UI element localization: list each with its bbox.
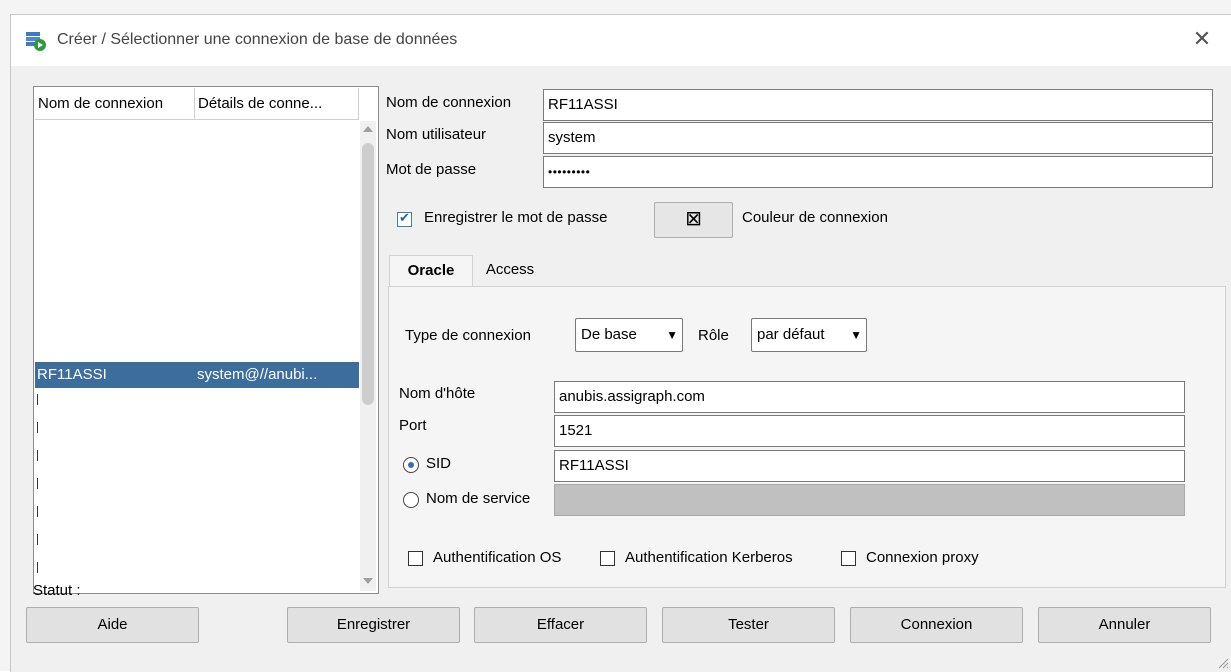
- row-divider: [37, 478, 38, 489]
- tab-access[interactable]: Access: [475, 255, 545, 287]
- port-label: Port: [399, 417, 427, 434]
- list-item-details: system@//anubi...: [197, 366, 318, 383]
- save-button[interactable]: Enregistrer: [287, 607, 460, 643]
- column-header-connection-name[interactable]: Nom de connexion: [35, 88, 195, 120]
- clear-button[interactable]: Effacer: [474, 607, 647, 643]
- proxy-connection-checkbox[interactable]: [841, 551, 856, 566]
- scrollbar-thumb[interactable]: [362, 143, 374, 405]
- hostname-label: Nom d'hôte: [399, 385, 476, 402]
- hostname-field[interactable]: anubis.assigraph.com: [554, 381, 1185, 413]
- os-auth-label[interactable]: Authentification OS: [433, 549, 561, 566]
- connect-button[interactable]: Connexion: [850, 607, 1023, 643]
- connection-color-button[interactable]: ⊠: [654, 202, 733, 238]
- row-divider: [37, 394, 38, 405]
- help-button[interactable]: Aide: [26, 607, 199, 643]
- list-item-name: RF11ASSI: [37, 366, 107, 383]
- password-label: Mot de passe: [386, 161, 477, 178]
- column-header-connection-details[interactable]: Détails de conne...: [195, 88, 359, 120]
- dialog-title: Créer / Sélectionner une connexion de ba…: [57, 31, 458, 48]
- connection-dialog: Créer / Sélectionner une connexion de ba…: [10, 14, 1231, 672]
- role-label: Rôle: [698, 327, 729, 344]
- role-select[interactable]: par défaut ▼: [751, 318, 867, 352]
- kerberos-auth-label[interactable]: Authentification Kerberos: [625, 549, 793, 566]
- service-name-field[interactable]: [554, 484, 1185, 516]
- color-picker-icon: ⊠: [685, 208, 702, 230]
- connection-list[interactable]: Nom de connexion Détails de conne... RF1…: [33, 86, 379, 594]
- resize-grip-icon[interactable]: [1217, 657, 1229, 669]
- proxy-connection-label[interactable]: Connexion proxy: [866, 549, 979, 566]
- connection-type-select[interactable]: De base ▼: [575, 318, 683, 352]
- port-field[interactable]: 1521: [554, 415, 1185, 447]
- background-window-strip: [0, 0, 1231, 15]
- chevron-down-icon: ▼: [850, 328, 862, 342]
- test-button[interactable]: Tester: [662, 607, 835, 643]
- title-bar: Créer / Sélectionner une connexion de ba…: [11, 15, 1231, 66]
- connection-type-label: Type de connexion: [405, 327, 531, 344]
- close-icon[interactable]: ✕: [1189, 25, 1215, 53]
- save-password-label[interactable]: Enregistrer le mot de passe: [424, 209, 607, 226]
- row-divider: [37, 450, 38, 461]
- list-item[interactable]: RF11ASSI system@//anubi...: [35, 362, 359, 388]
- connection-type-value: De base: [581, 326, 637, 343]
- scroll-up-icon[interactable]: [363, 125, 373, 133]
- kerberos-auth-checkbox[interactable]: [600, 551, 615, 566]
- sid-label[interactable]: SID: [426, 455, 451, 472]
- cancel-button[interactable]: Annuler: [1038, 607, 1211, 643]
- row-divider: [37, 562, 38, 573]
- service-name-radio[interactable]: [403, 492, 419, 508]
- row-divider: [37, 534, 38, 545]
- username-field[interactable]: system: [543, 122, 1213, 154]
- connection-name-field[interactable]: RF11ASSI: [543, 89, 1213, 121]
- service-name-label[interactable]: Nom de service: [426, 490, 530, 507]
- role-value: par défaut: [757, 326, 825, 343]
- db-connection-icon: [26, 32, 46, 51]
- connection-color-label: Couleur de connexion: [742, 209, 888, 226]
- os-auth-checkbox[interactable]: [408, 551, 423, 566]
- sid-field[interactable]: RF11ASSI: [554, 450, 1185, 482]
- status-label: Statut :: [33, 582, 81, 599]
- password-field[interactable]: •••••••••: [543, 156, 1213, 188]
- username-label: Nom utilisateur: [386, 126, 487, 143]
- oracle-tab-panel: Type de connexion De base ▼ Rôle par déf…: [388, 286, 1226, 588]
- tab-oracle[interactable]: Oracle: [389, 255, 473, 287]
- scroll-down-icon[interactable]: [363, 577, 373, 585]
- sid-radio[interactable]: [403, 457, 419, 473]
- row-divider: [37, 506, 38, 517]
- connection-name-label: Nom de connexion: [386, 94, 512, 111]
- chevron-down-icon: ▼: [666, 328, 678, 342]
- save-password-checkbox[interactable]: [397, 210, 412, 227]
- list-scrollbar[interactable]: [360, 121, 376, 591]
- background-window-edge: [0, 14, 10, 671]
- row-divider: [37, 422, 38, 433]
